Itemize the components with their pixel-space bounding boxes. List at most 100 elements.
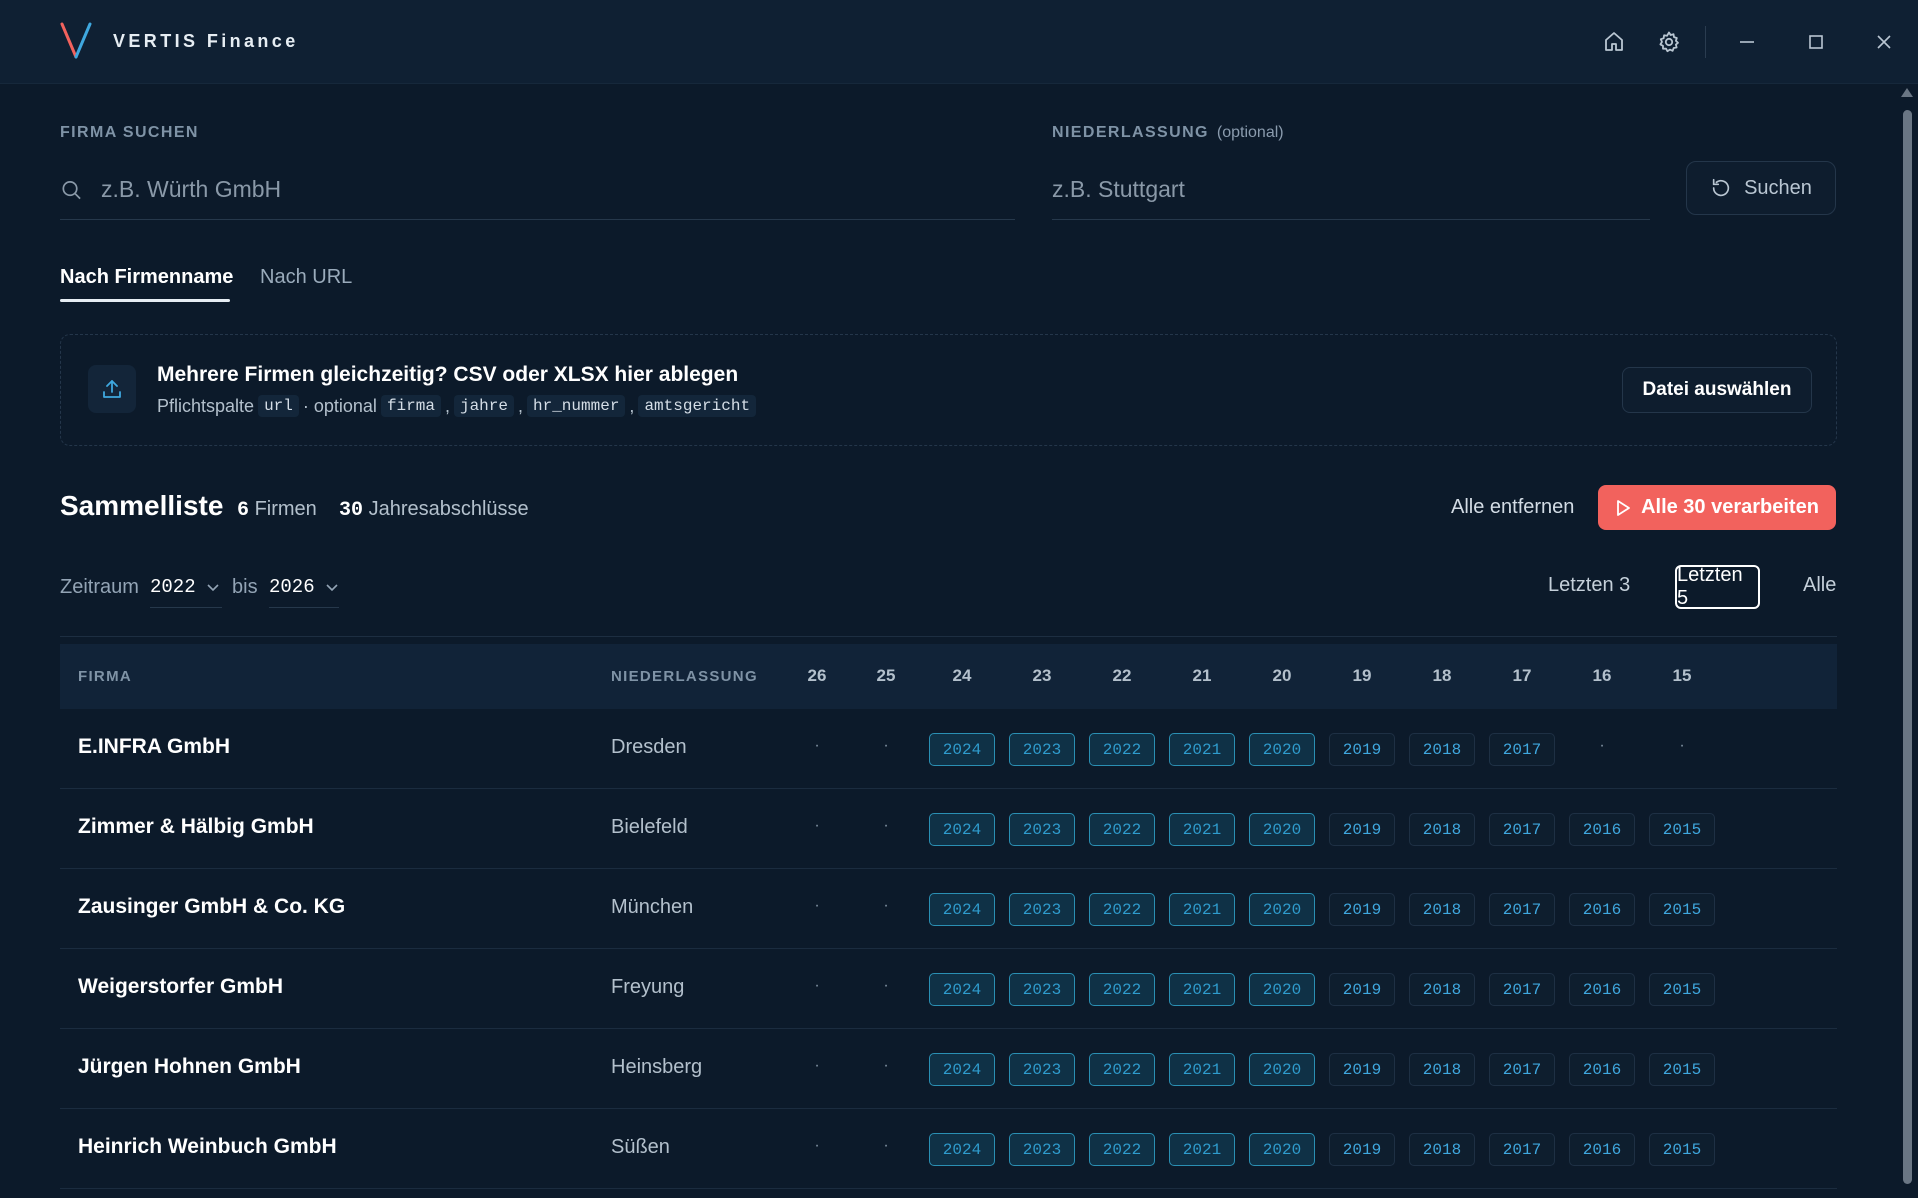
process-all-button[interactable]: Alle 30 verarbeiten (1598, 485, 1836, 530)
year-chip-selected[interactable]: 2021 (1169, 733, 1235, 766)
firms-count: 6 Firmen (237, 498, 317, 522)
company-search-input[interactable] (100, 176, 1015, 203)
year-chip[interactable]: 2016 (1569, 1133, 1635, 1166)
branch-input[interactable] (1052, 176, 1650, 203)
table-row[interactable]: Jürgen Hohnen GmbH Heinsberg · · 2024 2023 202… (60, 1029, 1837, 1109)
column-header-year: 24 (952, 666, 972, 685)
preset-last-5[interactable]: Letzten 5 (1675, 564, 1760, 609)
year-chip-selected[interactable]: 2020 (1249, 813, 1315, 846)
search-button[interactable]: Suchen (1686, 161, 1836, 215)
year-chip-selected[interactable]: 2024 (929, 733, 995, 766)
dropzone-hint: Pflichtspalte url · optional firma , jah… (157, 395, 757, 417)
year-chip[interactable]: 2019 (1329, 973, 1395, 1006)
choose-file-button[interactable]: Datei auswählen (1622, 367, 1812, 413)
year-chip[interactable]: 2017 (1489, 893, 1555, 926)
year-chip-selected[interactable]: 2020 (1249, 1133, 1315, 1166)
branch-field[interactable] (1052, 160, 1650, 220)
refresh-icon (1712, 178, 1730, 197)
year-chip[interactable]: 2017 (1489, 813, 1555, 846)
firms-count-label: Firmen (254, 498, 317, 520)
year-chip-selected[interactable]: 2024 (929, 1053, 995, 1086)
year-chip[interactable]: 2018 (1409, 813, 1475, 846)
year-chip[interactable]: 2019 (1329, 813, 1395, 846)
year-chip-selected[interactable]: 2022 (1089, 1133, 1155, 1166)
column-header-year: 17 (1512, 666, 1532, 685)
year-chip[interactable]: 2018 (1409, 733, 1475, 766)
maximize-button[interactable] (1800, 26, 1832, 58)
year-chip[interactable]: 2016 (1569, 1053, 1635, 1086)
year-chip[interactable]: 2019 (1329, 1133, 1395, 1166)
table-row[interactable]: Zimmer & Hälbig GmbH Bielefeld · · 2024 2023 2… (60, 789, 1837, 869)
minimize-button[interactable] (1731, 26, 1763, 58)
table-row[interactable]: Zausinger GmbH & Co. KG München · · 2024 2023… (60, 869, 1837, 949)
year-chip-selected[interactable]: 2023 (1009, 813, 1075, 846)
column-header-branch: NIEDERLASSUNG (611, 668, 758, 685)
year-chip-selected[interactable]: 2023 (1009, 1133, 1075, 1166)
year-chip-selected[interactable]: 2024 (929, 973, 995, 1006)
year-chip-selected[interactable]: 2021 (1169, 1053, 1235, 1086)
year-chip[interactable]: 2018 (1409, 1053, 1475, 1086)
settings-button[interactable] (1653, 26, 1685, 58)
year-chip[interactable]: 2017 (1489, 973, 1555, 1006)
preset-all[interactable]: Alle (1803, 574, 1836, 597)
play-icon (1617, 499, 1630, 516)
empty-year-marker: · (814, 1057, 820, 1074)
tab-by-company-name[interactable]: Nach Firmenname (60, 266, 233, 289)
year-chip-selected[interactable]: 2023 (1009, 973, 1075, 1006)
year-chip[interactable]: 2016 (1569, 893, 1635, 926)
year-chip[interactable]: 2017 (1489, 1133, 1555, 1166)
year-chip-selected[interactable]: 2024 (929, 813, 995, 846)
table-row[interactable]: E.INFRA GmbH Dresden · · 2024 2023 2022 2021 202… (60, 709, 1837, 789)
year-chip[interactable]: 2018 (1409, 973, 1475, 1006)
year-chip[interactable]: 2015 (1649, 1053, 1715, 1086)
branch-name: Freyung (611, 976, 685, 998)
year-chip-selected[interactable]: 2021 (1169, 893, 1235, 926)
table-row[interactable]: Heinrich Weinbuch GmbH Süßen · · 2024 2023 202… (60, 1109, 1837, 1189)
tab-by-url[interactable]: Nach URL (260, 266, 352, 289)
year-chip[interactable]: 2015 (1649, 813, 1715, 846)
year-chip-selected[interactable]: 2022 (1089, 813, 1155, 846)
table-row[interactable]: Weigerstorfer GmbH Freyung · · 2024 2023 2022 2… (60, 949, 1837, 1029)
year-chip[interactable]: 2019 (1329, 1053, 1395, 1086)
year-chip-selected[interactable]: 2022 (1089, 893, 1155, 926)
year-chip[interactable]: 2016 (1569, 973, 1635, 1006)
file-dropzone[interactable]: Mehrere Firmen gleichzeitig? CSV oder XL… (60, 334, 1837, 446)
company-search-field[interactable] (60, 160, 1015, 220)
empty-year-marker: · (883, 977, 889, 994)
year-chip-selected[interactable]: 2024 (929, 1133, 995, 1166)
year-chip[interactable]: 2018 (1409, 893, 1475, 926)
scrollbar-thumb[interactable] (1903, 110, 1912, 1184)
year-chip[interactable]: 2015 (1649, 893, 1715, 926)
optional-column-hr-nummer: hr_nummer (527, 395, 626, 417)
year-chip-selected[interactable]: 2024 (929, 893, 995, 926)
year-chip[interactable]: 2016 (1569, 813, 1635, 846)
year-chip[interactable]: 2019 (1329, 893, 1395, 926)
home-button[interactable] (1598, 26, 1630, 58)
remove-all-button[interactable]: Alle entfernen (1451, 496, 1574, 519)
year-chip-selected[interactable]: 2020 (1249, 893, 1315, 926)
range-to-select[interactable]: 2026 (269, 566, 339, 608)
year-chip-selected[interactable]: 2021 (1169, 813, 1235, 846)
year-chip[interactable]: 2015 (1649, 1133, 1715, 1166)
year-chip-selected[interactable]: 2023 (1009, 893, 1075, 926)
preset-last-3[interactable]: Letzten 3 (1548, 574, 1630, 597)
year-chip-selected[interactable]: 2022 (1089, 733, 1155, 766)
scroll-up-arrow[interactable] (1901, 88, 1913, 97)
year-chip-selected[interactable]: 2022 (1089, 1053, 1155, 1086)
year-chip-selected[interactable]: 2023 (1009, 1053, 1075, 1086)
year-chip-selected[interactable]: 2020 (1249, 1053, 1315, 1086)
close-button[interactable] (1868, 26, 1900, 58)
year-chip-selected[interactable]: 2020 (1249, 973, 1315, 1006)
year-chip[interactable]: 2018 (1409, 1133, 1475, 1166)
year-chip-selected[interactable]: 2022 (1089, 973, 1155, 1006)
year-chip[interactable]: 2017 (1489, 733, 1555, 766)
year-chip-selected[interactable]: 2021 (1169, 1133, 1235, 1166)
year-chip[interactable]: 2015 (1649, 973, 1715, 1006)
year-chip[interactable]: 2017 (1489, 1053, 1555, 1086)
year-chip[interactable]: 2019 (1329, 733, 1395, 766)
year-chip-selected[interactable]: 2020 (1249, 733, 1315, 766)
year-chip-selected[interactable]: 2021 (1169, 973, 1235, 1006)
year-chip-selected[interactable]: 2023 (1009, 733, 1075, 766)
range-from-select[interactable]: 2022 (150, 566, 222, 608)
statements-count-label: Jahresabschlüsse (368, 498, 529, 520)
